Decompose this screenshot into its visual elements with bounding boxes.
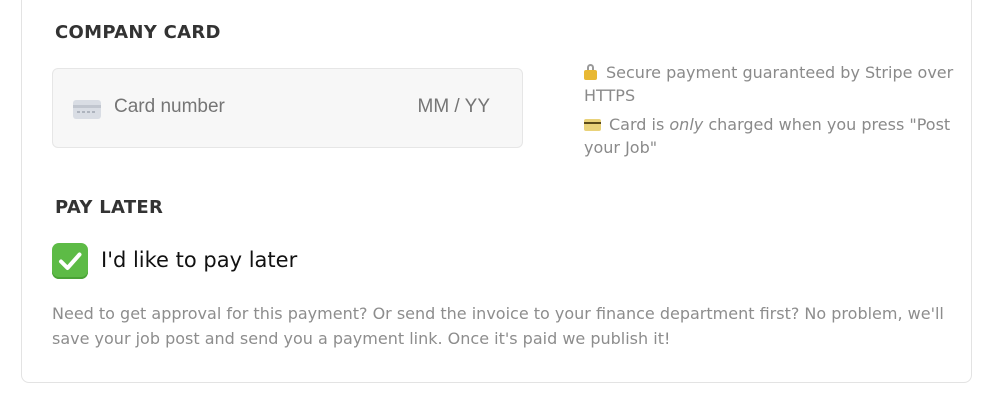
secure-payment-text: Secure payment guaranteed by Stripe over…	[584, 63, 954, 105]
charge-note-emphasis: only	[669, 115, 704, 134]
secure-payment-note: Secure payment guaranteed by Stripe over…	[584, 61, 954, 107]
credit-card-icon	[584, 119, 601, 131]
expiry-placeholder[interactable]: MM / YY	[418, 96, 491, 118]
check-mark-icon	[59, 252, 82, 270]
pay-later-label[interactable]: I'd like to pay later	[101, 248, 297, 272]
pay-later-description: Need to get approval for this payment? O…	[52, 304, 944, 348]
card-number-placeholder[interactable]: Card number	[114, 96, 225, 118]
pay-later-heading: PAY LATER	[55, 197, 164, 218]
charge-note-prefix: Card is	[609, 115, 670, 134]
card-number-input[interactable]: Card number MM / YY	[52, 68, 523, 148]
company-card-heading: COMPANY CARD	[55, 22, 221, 43]
credit-card-icon	[73, 100, 101, 119]
charge-timing-note: Card is only charged when you press "Pos…	[584, 113, 954, 159]
lock-icon	[584, 64, 598, 80]
pay-later-checkbox[interactable]	[52, 243, 88, 279]
